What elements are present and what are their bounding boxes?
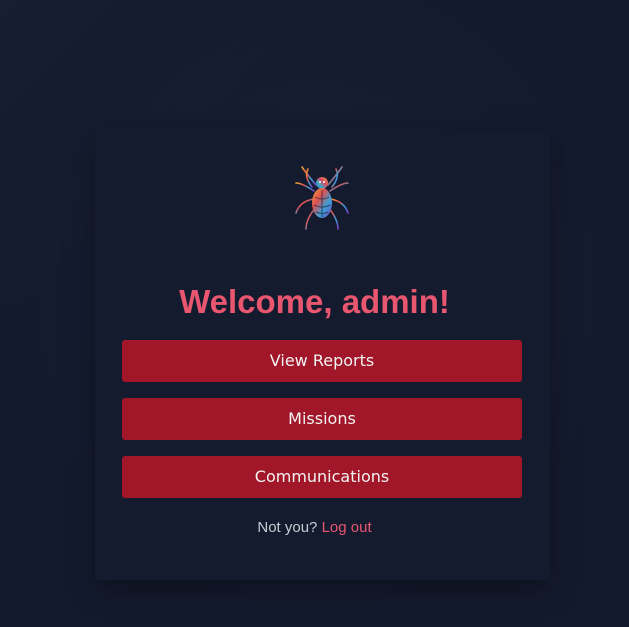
logout-link[interactable]: Log out <box>322 519 372 536</box>
spider-icon <box>295 166 349 230</box>
view-reports-button[interactable]: View Reports <box>122 340 522 382</box>
not-you-text: Not you? <box>257 519 318 536</box>
logout-footer: Not you? Log out <box>0 519 629 537</box>
missions-button[interactable]: Missions <box>122 398 522 440</box>
welcome-title: Welcome, admin! <box>179 283 450 320</box>
communications-button[interactable]: Communications <box>122 456 522 498</box>
